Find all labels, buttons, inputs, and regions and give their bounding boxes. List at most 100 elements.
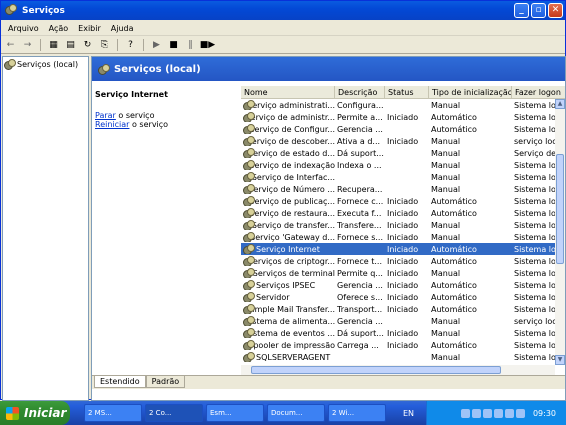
pause-service-icon[interactable]: ‖: [184, 39, 197, 52]
table-row[interactable]: Serviço de administr... Permite a... Inici…: [241, 111, 555, 123]
taskbar-item-docum[interactable]: Docum...: [267, 404, 325, 422]
table-row[interactable]: SQLSERVERAGENT Manual Sistema loca: [241, 351, 555, 363]
table-row[interactable]: Sistema de alimenta... Gerencia ... Manual…: [241, 315, 555, 327]
menu-exibir[interactable]: Exibir: [73, 24, 106, 33]
tray-icon[interactable]: [460, 408, 470, 418]
table-row[interactable]: Serviço de transfer... Transfere... Inicia…: [241, 219, 555, 231]
vertical-scroll-thumb[interactable]: [556, 154, 564, 264]
scroll-down-arrow[interactable]: ▼: [555, 355, 565, 365]
cell-text: Manual: [431, 268, 461, 278]
service-name-cell: Serviço de Interfac...: [241, 172, 335, 182]
column-header-fazer-logon[interactable]: Fazer logon: [512, 86, 565, 99]
taskbar-item-ms[interactable]: 2 MS...: [84, 404, 142, 422]
logon-cell: Serviço de r: [512, 149, 555, 158]
tray-icon[interactable]: [493, 408, 503, 418]
stop-service-icon[interactable]: ■: [167, 39, 180, 52]
service-gear-icon: [243, 184, 257, 194]
tray-icon[interactable]: [515, 408, 525, 418]
table-row[interactable]: Serviço de indexação Indexa o ... Manual Si…: [241, 159, 555, 171]
tray-icon[interactable]: [482, 408, 492, 418]
restart-service-icon[interactable]: ■▶: [200, 39, 215, 52]
back-arrow-icon[interactable]: ←: [4, 39, 17, 52]
menu-acao[interactable]: Ação: [44, 24, 74, 33]
forward-arrow-icon[interactable]: →: [21, 39, 34, 52]
column-header-tipo-inicializacao[interactable]: Tipo de inicialização: [429, 86, 512, 99]
table-row[interactable]: Serviço de Configur... Gerencia ... Automá…: [241, 123, 555, 135]
startup-type-cell: Manual: [429, 149, 512, 158]
tab-padrao[interactable]: Padrão: [145, 376, 186, 388]
service-name-cell: Serviços de terminal: [241, 268, 335, 278]
table-row[interactable]: Serviço de descober... Ativa a d... Inicia…: [241, 135, 555, 147]
tray-icon[interactable]: [471, 408, 481, 418]
table-row[interactable]: Serviço de estado d... Dá suport... Manual…: [241, 147, 555, 159]
export-list-icon[interactable]: ⎘: [98, 39, 111, 52]
description-cell: Transfere...: [335, 221, 385, 230]
tray-icon[interactable]: [504, 408, 514, 418]
cell-text: Iniciado: [387, 328, 419, 338]
table-row[interactable]: Serviços de terminal Permite q... Iniciado…: [241, 267, 555, 279]
taskbar-item-esm[interactable]: Esm...: [206, 404, 264, 422]
table-row[interactable]: Serviço administrati... Configura... Manua…: [241, 99, 555, 111]
scroll-up-arrow[interactable]: ▲: [555, 99, 565, 109]
close-button[interactable]: ✕: [548, 3, 563, 18]
logon-cell: Sistema loca: [512, 101, 555, 110]
table-row[interactable]: Serviços IPSEC Gerencia ... Iniciado Automá…: [241, 279, 555, 291]
description-cell: Gerencia ...: [335, 125, 385, 134]
table-row[interactable]: Simple Mail Transfer... Transport... Inici…: [241, 303, 555, 315]
taskbar-item-co[interactable]: 2 Co...: [145, 404, 203, 422]
table-row[interactable]: Serviço de restaura... Executa f... Inicia…: [241, 207, 555, 219]
column-header-descricao[interactable]: Descrição: [335, 86, 385, 99]
restart-service-link[interactable]: Reiniciar: [95, 120, 129, 129]
stop-service-link[interactable]: Parar: [95, 111, 116, 120]
table-row[interactable]: Serviço de publicaç... Fornece c... Inicia…: [241, 195, 555, 207]
cell-text: Servidor: [256, 292, 290, 302]
tree-item-services-local[interactable]: Serviços (local): [3, 57, 88, 71]
minimize-button[interactable]: _: [514, 3, 529, 18]
cell-text: Iniciado: [387, 268, 419, 278]
cell-text: Sistema loca: [514, 220, 555, 230]
start-button[interactable]: Iniciar: [0, 401, 70, 425]
tree-item-label: Serviços (local): [17, 59, 79, 69]
cell-text: Serviço Internet: [256, 244, 320, 254]
table-row[interactable]: Servidor Oferece s... Iniciado Automático Si…: [241, 291, 555, 303]
table-row[interactable]: Sistema de eventos ... Dá suport... Inicia…: [241, 327, 555, 339]
status-cell: Iniciado: [385, 209, 429, 218]
startup-type-cell: Automático: [429, 113, 512, 122]
table-row[interactable]: Serviço 'Gateway d... Fornece s... Iniciad…: [241, 231, 555, 243]
menu-ajuda[interactable]: Ajuda: [106, 24, 139, 33]
cell-text: Indexa o ...: [337, 160, 382, 170]
cell-text: Automático: [431, 244, 477, 254]
column-header-nome[interactable]: Nome: [241, 86, 335, 99]
table-row[interactable]: Serviço Internet Iniciado Automático Sistem…: [241, 243, 555, 255]
column-header-status[interactable]: Status: [385, 86, 429, 99]
cell-text: Sistema loca: [514, 112, 555, 122]
start-service-icon[interactable]: ▶: [150, 39, 163, 52]
refresh-icon[interactable]: ↻: [81, 39, 94, 52]
taskbar-item-wi[interactable]: 2 Wi...: [328, 404, 386, 422]
cell-text: Automático: [431, 256, 477, 266]
help-icon[interactable]: ?: [124, 39, 137, 52]
cell-text: Serviço de descober...: [246, 136, 335, 146]
vertical-scrollbar[interactable]: ▲ ▼: [555, 99, 565, 365]
title-bar[interactable]: Serviços _ ▫ ✕: [1, 1, 565, 20]
menu-arquivo[interactable]: Arquivo: [3, 24, 44, 33]
properties-icon[interactable]: ▤: [64, 39, 77, 52]
horizontal-scroll-thumb[interactable]: [251, 366, 501, 374]
tab-estendido[interactable]: Estendido: [94, 376, 146, 388]
clock[interactable]: 09:30: [533, 409, 556, 418]
table-row[interactable]: Serviço de Interfac... Manual Sistema loca: [241, 171, 555, 183]
menu-bar: Arquivo Ação Exibir Ajuda: [1, 21, 565, 36]
table-row[interactable]: Spooler de impressão Carrega ... Iniciado A…: [241, 339, 555, 351]
services-list: Nome Descrição Status Tipo de inicializa…: [241, 86, 565, 375]
console-tree-icon[interactable]: ▦: [47, 39, 60, 52]
table-row[interactable]: Serviços de criptogr... Fornece t... Inici…: [241, 255, 555, 267]
service-name-cell: Serviço de Configur...: [241, 124, 335, 134]
cell-text: Sistema loca: [514, 124, 555, 134]
cell-text: Transport...: [337, 304, 383, 314]
restart-service-suffix: o serviço: [129, 120, 169, 129]
maximize-button[interactable]: ▫: [531, 3, 546, 18]
horizontal-scrollbar[interactable]: [241, 365, 555, 375]
table-row[interactable]: Serviço de Número ... Recupera... Manual Si…: [241, 183, 555, 195]
language-indicator[interactable]: EN: [403, 409, 414, 418]
service-name-cell: SQLSERVERAGENT: [241, 352, 335, 362]
